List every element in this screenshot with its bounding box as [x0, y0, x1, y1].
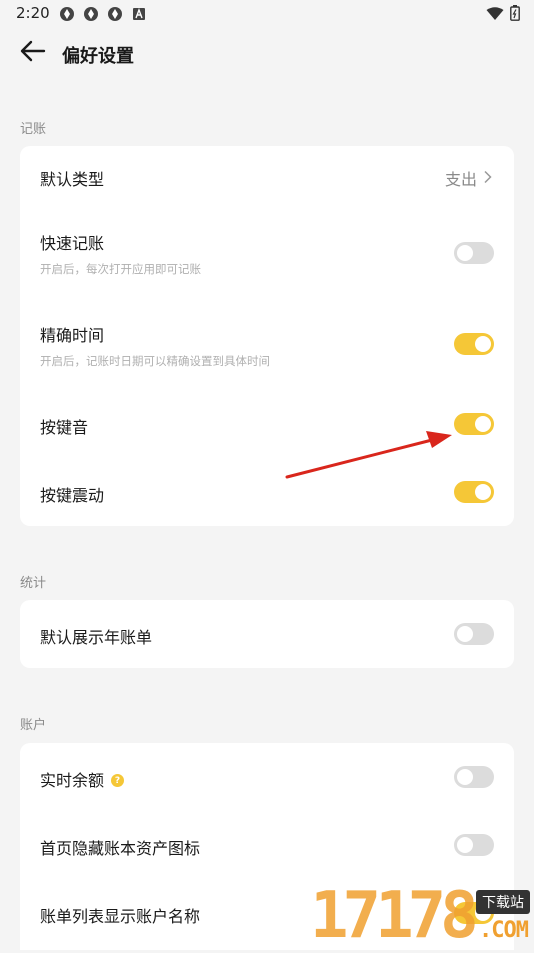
row-label: 快速记账 [40, 234, 105, 253]
toggle-knob [475, 336, 491, 352]
row-label: 账单列表显示账户名称 [40, 907, 201, 926]
hide-ledger-asset-icon-row: 首页隐藏账本资产图标 [20, 811, 514, 879]
toggle-knob [457, 245, 473, 261]
row-label: 按键音 [40, 418, 89, 437]
row-subtitle: 开启后，每次打开应用即可记账 [40, 262, 201, 276]
statistics-card: 默认展示年账单 [20, 600, 514, 668]
a-badge-icon [130, 5, 147, 22]
hide-ledger-asset-icon-toggle[interactable] [454, 834, 494, 856]
watermark-domain-text: .COM [479, 918, 529, 943]
key-sound-toggle[interactable] [454, 413, 494, 435]
row-label: 按键震动 [40, 486, 105, 505]
app-icon [82, 5, 99, 22]
section-label-statistics: 统计 [20, 576, 47, 591]
toggle-knob [457, 837, 473, 853]
realtime-balance-toggle[interactable] [454, 766, 494, 788]
row-label: 实时余额? [40, 767, 125, 791]
toggle-knob [457, 769, 473, 785]
back-button[interactable] [16, 38, 50, 68]
toggle-knob [475, 484, 491, 500]
bookkeeping-card: 默认类型 支出 快速记账 开启后，每次打开应用即可记账 精确时间 开启后，记账时… [20, 146, 514, 526]
status-notification-icons [58, 5, 147, 22]
row-label: 首页隐藏账本资产图标 [40, 839, 201, 858]
watermark-top-text: 下载站 [476, 890, 530, 914]
section-label-account: 账户 [20, 718, 47, 733]
status-time: 2:20 [16, 4, 50, 22]
precise-time-toggle[interactable] [454, 333, 494, 355]
app-icon [58, 5, 75, 22]
page-title: 偏好设置 [62, 46, 134, 67]
key-vibration-toggle[interactable] [454, 481, 494, 503]
toggle-knob [457, 626, 473, 642]
status-right-icons [486, 5, 520, 25]
status-bar: 2:20 [0, 0, 534, 28]
toggle-knob [475, 416, 491, 432]
row-subtitle: 开启后，记账时日期可以精确设置到具体时间 [40, 354, 270, 368]
default-yearly-bill-row: 默认展示年账单 [20, 600, 514, 668]
help-icon[interactable]: ? [111, 774, 125, 787]
watermark-digits: 17178 [310, 879, 479, 953]
quick-bookkeeping-row: 快速记账 开启后，每次打开应用即可记账 [20, 208, 514, 298]
battery-icon [510, 5, 520, 25]
section-label-bookkeeping: 记账 [20, 122, 47, 137]
quick-bookkeeping-toggle[interactable] [454, 242, 494, 264]
default-yearly-bill-toggle[interactable] [454, 623, 494, 645]
site-watermark: 17178 下载站 .COM [306, 880, 534, 950]
back-arrow-icon [20, 40, 46, 66]
key-sound-row: 按键音 [20, 388, 514, 456]
row-value-text: 支出 [444, 170, 477, 189]
default-type-value: 支出 [445, 166, 492, 190]
app-icon [106, 5, 123, 22]
key-vibration-row: 按键震动 [20, 456, 514, 526]
row-label: 默认类型 [40, 170, 105, 189]
precise-time-row: 精确时间 开启后，记账时日期可以精确设置到具体时间 [20, 298, 514, 388]
row-label: 精确时间 [40, 326, 105, 345]
default-type-row[interactable]: 默认类型 支出 [20, 146, 514, 208]
row-label: 默认展示年账单 [40, 628, 153, 647]
realtime-balance-row: 实时余额? [20, 743, 514, 811]
app-header: 偏好设置 [0, 28, 534, 80]
chevron-right-icon [483, 169, 492, 188]
wifi-icon [486, 6, 504, 25]
